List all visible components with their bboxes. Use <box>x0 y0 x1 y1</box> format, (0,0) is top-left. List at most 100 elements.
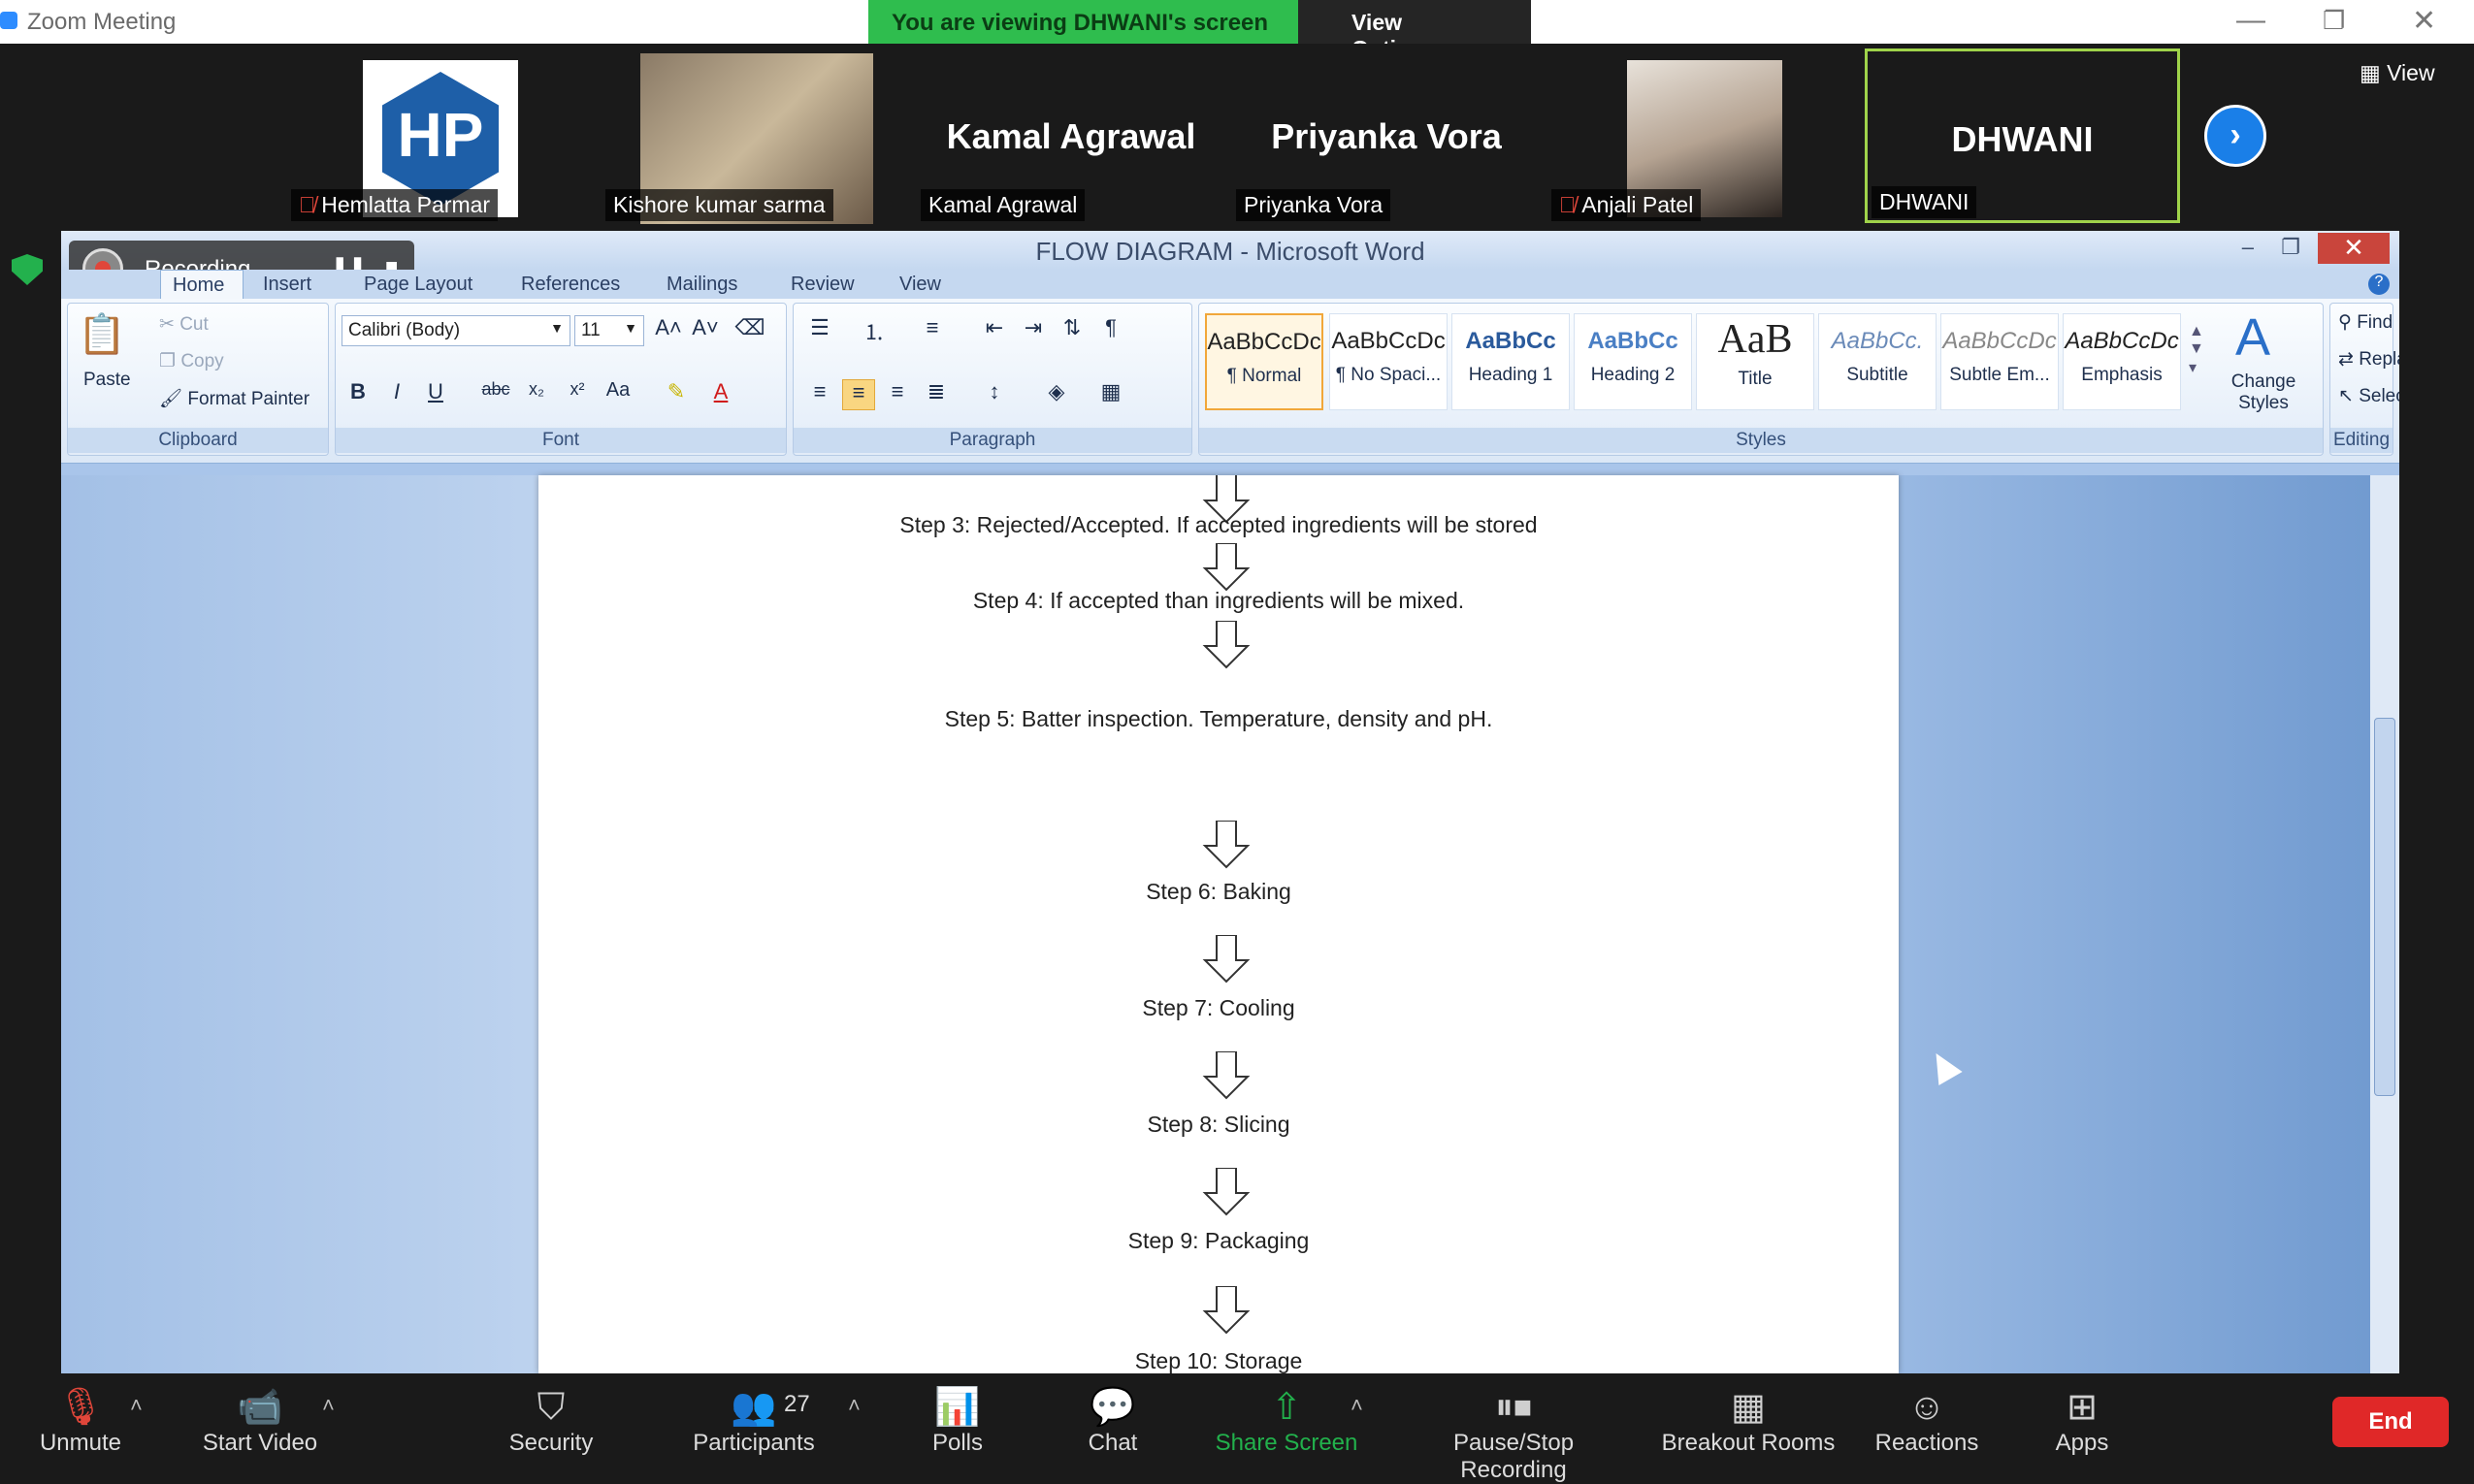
multilevel-list-icon[interactable]: ≡ <box>916 315 949 346</box>
tab-review[interactable]: Review <box>791 274 855 296</box>
tab-page-layout[interactable]: Page Layout <box>364 274 472 296</box>
decrease-indent-icon[interactable]: ⇤ <box>978 315 1011 346</box>
participant-name: Anjali Patel <box>1581 192 1694 217</box>
participant-name: Kishore kumar sarma <box>605 189 833 221</box>
style-normal[interactable]: AaBbCcDc ¶ Normal <box>1205 313 1323 410</box>
styles-scroll-icon[interactable]: ▲ ▼ ▾ <box>2189 323 2204 377</box>
unmute-button[interactable]: 🎙 Unmute <box>37 1385 124 1457</box>
minimize-icon[interactable]: — <box>2236 4 2265 37</box>
style-title[interactable]: AaB Title <box>1696 313 1814 410</box>
participant-strip: HP 🎙̸ Hemlatta Parmar Kishore kumar sarma… <box>0 44 2474 228</box>
change-case-icon[interactable]: Aa <box>602 379 635 410</box>
document-area: Step 3: Rejected/Accepted. If accepted i… <box>61 475 2399 1373</box>
participant-tile-kamal[interactable]: Kamal Agrawal Kamal Agrawal <box>917 48 1225 223</box>
style-subtitle[interactable]: AaBbCc. Subtitle <box>1818 313 1937 410</box>
highlight-icon[interactable]: ✎ <box>660 379 693 410</box>
clear-formatting-icon[interactable]: ⌫ <box>733 315 766 346</box>
underline-icon[interactable]: U <box>419 379 452 410</box>
numbering-icon[interactable]: ⒈ <box>858 315 891 346</box>
scroll-thumb[interactable] <box>2374 718 2395 1096</box>
justify-icon[interactable]: ≣ <box>920 379 953 410</box>
align-right-icon[interactable]: ≡ <box>881 379 914 410</box>
superscript-icon[interactable]: x² <box>561 379 594 410</box>
copy-button[interactable]: ❐ Copy <box>159 350 224 372</box>
participant-tile-anjali[interactable]: 🎙̸ Anjali Patel <box>1547 48 1856 223</box>
participants-options-caret-icon[interactable]: ˄ <box>848 1393 861 1418</box>
pause-stop-recording-button[interactable]: ⏸⏹ Pause/Stop Recording <box>1397 1385 1630 1484</box>
tab-insert[interactable]: Insert <box>263 274 311 296</box>
select-button[interactable]: ↖ Select <box>2338 385 2399 407</box>
tab-mailings[interactable]: Mailings <box>667 274 737 296</box>
paste-icon[interactable]: 📋 <box>78 311 126 357</box>
change-styles-button[interactable]: Change Styles <box>2220 371 2307 414</box>
font-name-select[interactable]: Calibri (Body) ▼ <box>342 315 570 346</box>
tab-view[interactable]: View <box>899 274 941 296</box>
style-heading-1[interactable]: AaBbCc Heading 1 <box>1451 313 1570 410</box>
font-color-icon[interactable]: A <box>704 379 737 410</box>
end-meeting-button[interactable]: End <box>2332 1397 2449 1447</box>
font-size-select[interactable]: 11 ▼ <box>574 315 644 346</box>
view-options-button[interactable]: View Options ⌄ <box>1298 0 1531 61</box>
chevron-down-icon: ▼ <box>550 320 564 336</box>
flow-step-7: Step 7: Cooling <box>1142 995 1295 1020</box>
start-video-button[interactable]: 📹 Start Video <box>194 1385 326 1457</box>
align-center-icon[interactable]: ≡ <box>842 379 875 410</box>
word-restore-icon[interactable]: ❐ <box>2281 235 2300 260</box>
italic-icon[interactable]: I <box>380 379 413 410</box>
find-button[interactable]: ⚲ Find <box>2338 311 2393 334</box>
next-page-button[interactable]: › <box>2204 105 2266 167</box>
word-minimize-icon[interactable]: – <box>2242 235 2254 260</box>
strikethrough-icon[interactable]: abc <box>479 379 512 410</box>
help-icon[interactable]: ? <box>2368 274 2390 295</box>
chat-button[interactable]: 💬 Chat <box>1079 1385 1147 1457</box>
format-painter-button[interactable]: 🖌 Format Painter <box>159 387 309 410</box>
share-screen-button[interactable]: ⇧ Share Screen <box>1213 1385 1360 1457</box>
security-button[interactable]: ⛉ Security <box>495 1385 607 1457</box>
tab-references[interactable]: References <box>521 274 620 296</box>
style-heading-2[interactable]: AaBbCc Heading 2 <box>1574 313 1692 410</box>
show-formatting-icon[interactable]: ¶ <box>1094 315 1127 346</box>
smiley-plus-icon: ☺ <box>1907 1387 1946 1428</box>
sort-icon[interactable]: ⇅ <box>1056 315 1089 346</box>
cut-button[interactable]: ✂ Cut <box>159 313 209 336</box>
share-options-caret-icon[interactable]: ˄ <box>1351 1393 1363 1418</box>
shrink-font-icon[interactable]: A˅ <box>689 315 722 346</box>
document-page[interactable]: Step 3: Rejected/Accepted. If accepted i… <box>538 475 1899 1373</box>
polls-button[interactable]: 📊 Polls <box>922 1385 993 1457</box>
change-styles-icon[interactable]: A <box>2235 307 2270 368</box>
flow-step-4: Step 4: If accepted than ingredients wil… <box>972 588 1465 613</box>
flow-step-5: Step 5: Batter inspection. Temperature, … <box>944 706 1493 731</box>
apps-button[interactable]: ⊞ Apps <box>2053 1385 2111 1457</box>
bullets-icon[interactable]: ☰ <box>803 315 836 346</box>
participant-name: DHWANI <box>1872 186 1977 218</box>
breakout-rooms-button[interactable]: ▦ Breakout Rooms <box>1659 1385 1838 1457</box>
reactions-button[interactable]: ☺ Reactions <box>1872 1385 1981 1457</box>
paste-button[interactable]: Paste <box>83 370 131 391</box>
paragraph-group: ☰ ⒈ ≡ ⇤ ⇥ ⇅ ¶ ≡ ≡ ≡ ≣ ↕ ◈ ▦ Paragraph <box>793 303 1192 456</box>
participant-tile-priyanka[interactable]: Priyanka Vora Priyanka Vora <box>1232 48 1541 223</box>
participant-tile-dhwani[interactable]: DHWANI DHWANI <box>1865 48 2180 223</box>
tab-home[interactable]: Home <box>160 270 244 299</box>
close-icon[interactable]: ✕ <box>2412 4 2436 38</box>
participant-tile-kishore[interactable]: Kishore kumar sarma <box>602 48 910 224</box>
video-options-caret-icon[interactable]: ˄ <box>322 1393 335 1418</box>
bold-icon[interactable]: B <box>342 379 374 410</box>
view-button[interactable]: ▦ View <box>2360 60 2435 86</box>
grow-font-icon[interactable]: A˄ <box>652 315 685 346</box>
subscript-icon[interactable]: x₂ <box>520 379 553 410</box>
word-close-icon[interactable]: ✕ <box>2318 233 2390 264</box>
replace-button[interactable]: ⇄ Replace <box>2338 348 2399 371</box>
restore-icon[interactable]: ❐ <box>2323 6 2345 36</box>
shading-icon[interactable]: ◈ <box>1040 379 1073 410</box>
align-left-icon[interactable]: ≡ <box>803 379 836 410</box>
participant-tile-hemlatta[interactable]: HP 🎙̸ Hemlatta Parmar <box>287 48 596 223</box>
style-emphasis[interactable]: AaBbCcDc Emphasis <box>2063 313 2181 410</box>
line-spacing-icon[interactable]: ↕ <box>978 379 1011 410</box>
audio-options-caret-icon[interactable]: ˄ <box>130 1393 143 1418</box>
style-no-spacing[interactable]: AaBbCcDc ¶ No Spaci... <box>1329 313 1448 410</box>
style-subtle-emphasis[interactable]: AaBbCcDc Subtle Em... <box>1940 313 2059 410</box>
increase-indent-icon[interactable]: ⇥ <box>1017 315 1050 346</box>
borders-icon[interactable]: ▦ <box>1094 379 1127 410</box>
vertical-scrollbar[interactable] <box>2370 475 2399 1373</box>
mic-muted-icon: 🎙̸ <box>1559 192 1577 217</box>
